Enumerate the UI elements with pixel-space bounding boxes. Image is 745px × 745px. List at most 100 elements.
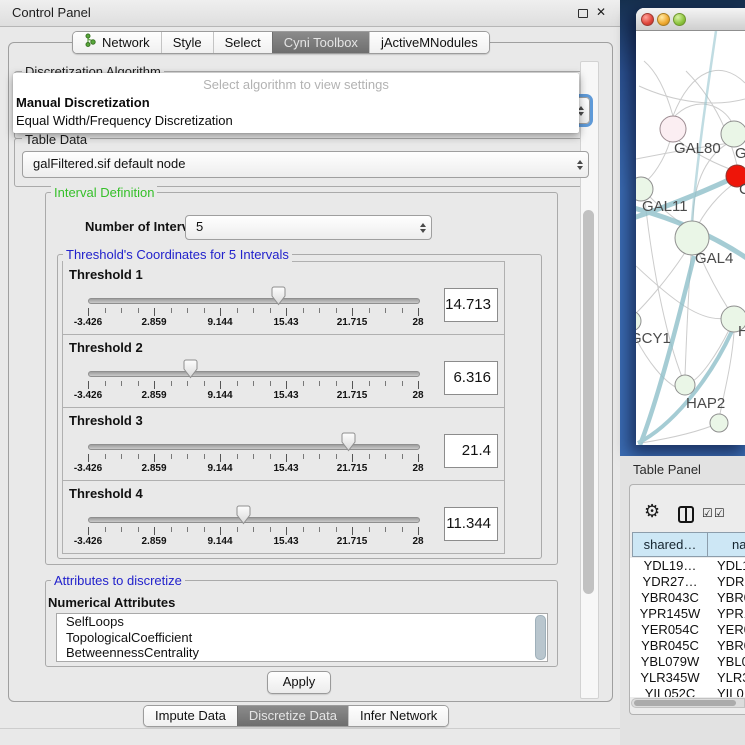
slider-tick [154,308,155,316]
close-traffic-light-icon[interactable] [641,13,654,26]
slider-tick-label: -3.426 [66,317,110,328]
tab-jactivemnodules[interactable]: jActiveMNodules [369,32,489,53]
table-row[interactable]: YBR043CYBR0 [630,590,745,606]
table-data-combo[interactable]: galFiltered.sif default node [22,151,589,178]
slider-track[interactable] [88,371,420,377]
slider-thumb[interactable] [341,432,356,452]
table-row[interactable]: YBR045CYBR0 [630,638,745,654]
attribute-item-selfloops[interactable]: SelfLoops [57,614,547,630]
slider-tick-label: 9.144 [198,536,242,547]
threshold-label: Threshold 1 [69,267,143,282]
node-label: C [739,181,745,198]
table-row[interactable]: YLR345WYLR3 [630,670,745,686]
table-row[interactable]: YDL19…YDL1 [630,558,745,574]
slider-tick [369,454,370,459]
table-row[interactable]: YIL052CYIL0 [630,686,745,697]
slider-thumb[interactable] [183,359,198,379]
checkbox-icon[interactable]: ☑ [702,507,713,519]
slider-tick-label: -3.426 [66,390,110,401]
checkbox-icon[interactable]: ☑ [714,507,725,519]
slider-tick [171,308,172,313]
attributes-list-scrollbar[interactable] [535,615,546,660]
threshold-label: Threshold 3 [69,413,143,428]
table-row[interactable]: YBL079WYBL0 [630,654,745,670]
slider-tick-label: 2.859 [132,317,176,328]
slider-tick [336,527,337,532]
float-window-icon[interactable] [578,9,588,18]
slider-thumb[interactable] [236,505,251,525]
minimize-traffic-light-icon[interactable] [657,13,670,26]
slider-tick [138,527,139,532]
threshold-value-field[interactable]: 14.713 [444,288,498,322]
threshold-value-field[interactable]: 11.344 [444,507,498,541]
attributes-list[interactable]: SelfLoopsTopologicalCoefficientBetweenne… [56,613,548,662]
node-label: GAL80 [674,140,721,157]
bottom-divider [0,728,620,729]
threshold-label: Threshold 2 [69,340,143,355]
tab-infer-network[interactable]: Infer Network [348,706,448,726]
slider-tick [105,454,106,459]
slider-tick [369,381,370,386]
slider-tick-label: 28 [396,463,440,474]
dropdown-item-manual-discretization[interactable]: Manual Discretization [13,94,579,112]
node-label: HA [738,323,745,340]
table-row[interactable]: YER054CYER0 [630,622,745,638]
panel-scrollbar-thumb[interactable] [583,210,594,594]
table-rows[interactable]: YDL19…YDL1YDR27…YDR2YBR043CYBR0YPR145WYP… [630,558,745,697]
slider-tick [385,381,386,386]
slider-tick [303,454,304,459]
slider-tick [253,308,254,313]
network-node[interactable] [710,414,728,432]
network-node[interactable] [636,311,641,331]
dropdown-prompt: Select algorithm to view settings [13,76,579,94]
attribute-item-topologicalcoefficient[interactable]: TopologicalCoefficient [57,630,547,646]
split-columns-icon[interactable] [678,506,694,523]
bottom-tab-bar: Impute DataDiscretize DataInfer Network [143,705,449,727]
slider-tick [237,454,238,459]
apply-button[interactable]: Apply [267,671,331,694]
slider-tick-label: 9.144 [198,390,242,401]
attribute-item-betweennesscentrality[interactable]: BetweennessCentrality [57,645,547,661]
tab-cyni-toolbox[interactable]: Cyni Toolbox [272,32,369,53]
slider-tick [402,381,403,386]
table-scrollbar-thumb[interactable] [634,700,736,706]
threshold-row-4: Threshold 4-3.4262.8599.14415.4321.71528… [62,480,505,554]
slider-thumb[interactable] [271,286,286,306]
tab-style[interactable]: Style [161,32,213,53]
tab-network[interactable]: Network [73,32,161,53]
table-horizontal-scrollbar[interactable] [631,698,745,708]
tab-discretize-data[interactable]: Discretize Data [237,706,348,726]
cell-name: YIL0 [707,686,745,697]
zoom-traffic-light-icon[interactable] [673,13,686,26]
number-of-intervals-combo[interactable]: 5 [185,215,432,240]
table-row[interactable]: YPR145WYPR1 [630,606,745,622]
column-header-shared-name[interactable]: shared… [632,532,708,557]
slider-tick [121,454,122,459]
tab-label: Cyni Toolbox [284,32,358,53]
slider-tick [319,381,320,386]
cell-shared-name: YBR043C [633,590,707,606]
network-canvas[interactable]: GAL80GACGAL11GAL4GCY1HAHAP2 [636,31,745,445]
network-node[interactable] [660,116,686,142]
slider-tick-label: 28 [396,390,440,401]
tab-select[interactable]: Select [213,32,272,53]
dropdown-item-equal-width-frequency-discretization[interactable]: Equal Width/Frequency Discretization [13,112,579,130]
threshold-value-field[interactable]: 6.316 [444,361,498,395]
tab-impute-data[interactable]: Impute Data [144,706,237,726]
slider-track[interactable] [88,298,420,304]
table-row[interactable]: YDR27…YDR2 [630,574,745,590]
attributes-group-label: Attributes to discretize [51,573,185,588]
network-node[interactable] [675,375,695,395]
slider-track[interactable] [88,517,420,523]
cell-name: YBR0 [707,638,745,654]
slider-tick [220,527,221,535]
slider-track[interactable] [88,444,420,450]
cell-shared-name: YBR045C [633,638,707,654]
column-header-name[interactable]: na [707,532,745,557]
slider-tick [319,308,320,313]
threshold-value-field[interactable]: 21.4 [444,434,498,468]
close-icon[interactable]: ✕ [596,5,606,19]
slider-tick [121,381,122,386]
gear-icon[interactable]: ⚙ [644,502,660,520]
network-node[interactable] [721,121,745,147]
